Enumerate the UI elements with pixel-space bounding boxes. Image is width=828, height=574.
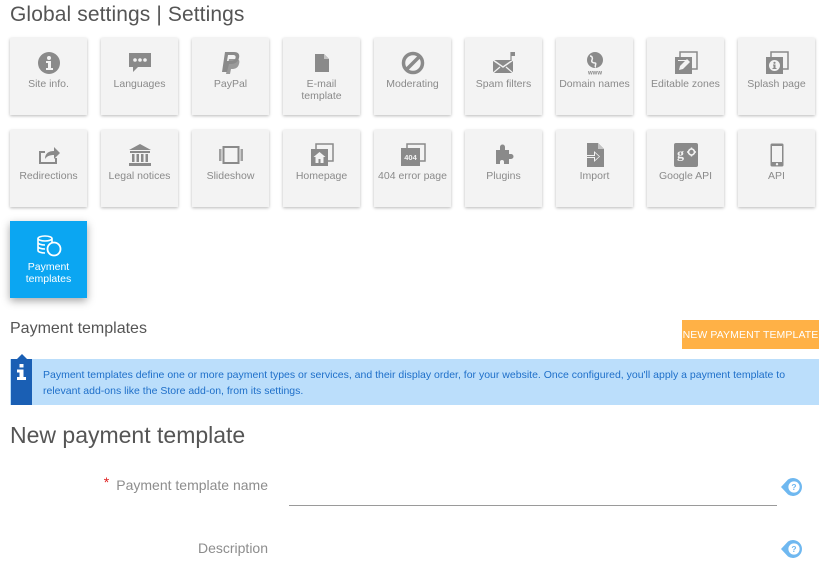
import-file-icon [582, 143, 608, 167]
payment-template-name-input[interactable] [289, 478, 777, 506]
bank-icon [127, 143, 153, 167]
help-icon[interactable]: ? [779, 538, 805, 560]
mail-flag-icon [491, 51, 517, 75]
section-title: Payment templates [10, 320, 147, 337]
tile-label: Spam filters [475, 78, 532, 90]
tile-spam-filters[interactable]: Spam filters [465, 38, 542, 115]
paypal-icon [218, 51, 244, 75]
puzzle-icon [491, 143, 517, 167]
svg-text:g: g [677, 147, 684, 162]
page-title: Global settings | Settings [10, 3, 245, 26]
tile-splash-page[interactable]: Splash page [738, 38, 815, 115]
tile-import[interactable]: Import [556, 130, 633, 207]
info-stack-icon [764, 51, 790, 75]
tile-homepage[interactable]: Homepage [283, 130, 360, 207]
tile-email-template[interactable]: E-mail template [283, 38, 360, 115]
tile-label: Splash page [747, 78, 806, 90]
tile-legal-notices[interactable]: Legal notices [101, 130, 178, 207]
tile-label: API [768, 170, 785, 182]
tile-label: 404 error page [378, 170, 447, 182]
google-plus-icon: g [673, 143, 699, 167]
tile-label: Redirections [19, 170, 78, 182]
block-icon [400, 51, 426, 75]
tile-slideshow[interactable]: Slideshow [192, 130, 269, 207]
tile-redirections[interactable]: Redirections [10, 130, 87, 207]
tile-label: Languages [113, 78, 166, 90]
form-title: New payment template [10, 422, 246, 448]
edit-stack-icon [673, 51, 699, 75]
tile-payment-templates[interactable]: Payment templates [10, 221, 87, 298]
mobile-phone-icon [764, 143, 790, 167]
tile-label: Slideshow [206, 170, 255, 182]
tile-label: Site info. [28, 78, 69, 90]
svg-text:?: ? [791, 482, 796, 492]
field-label-description: Description [197, 540, 268, 556]
tile-label: Domain names [559, 78, 630, 90]
info-callout-text: Payment templates define one or more pay… [43, 369, 786, 397]
svg-text:www: www [586, 71, 601, 76]
tile-moderating[interactable]: Moderating [374, 38, 451, 115]
tile-domain-names[interactable]: www Domain names [556, 38, 633, 115]
tile-label: Homepage [295, 170, 348, 182]
tile-label: E-mail template [301, 78, 342, 102]
tile-404-error-page[interactable]: 404 404 error page [374, 130, 451, 207]
tile-label: Legal notices [108, 170, 171, 182]
info-icon [17, 364, 26, 380]
info-callout-marker [11, 354, 32, 405]
tile-plugins[interactable]: Plugins [465, 130, 542, 207]
tile-api[interactable]: API [738, 130, 815, 207]
coins-icon [36, 234, 62, 258]
tile-label: Moderating [386, 78, 439, 90]
tile-google-api[interactable]: g Google API [647, 130, 724, 207]
info-callout: Payment templates define one or more pay… [10, 354, 819, 405]
globe-www-icon: www [582, 51, 608, 75]
tile-languages[interactable]: Languages [101, 38, 178, 115]
tile-site-info[interactable]: Site info. [10, 38, 87, 115]
error-404-icon: 404 [400, 143, 426, 167]
info-circle-icon [36, 51, 62, 75]
tile-label: Import [579, 170, 610, 182]
svg-text:?: ? [791, 544, 796, 554]
tile-label: Plugins [486, 170, 521, 182]
svg-text:404: 404 [404, 153, 417, 162]
home-stack-icon [309, 143, 335, 167]
tile-label: Editable zones [651, 78, 720, 90]
required-indicator: * [103, 474, 110, 490]
tile-label: Payment templates [25, 261, 72, 285]
tile-editable-zones[interactable]: Editable zones [647, 38, 724, 115]
share-arrow-icon [36, 143, 62, 167]
tile-label: PayPal [213, 78, 248, 90]
help-icon[interactable]: ? [779, 476, 805, 498]
tile-paypal[interactable]: PayPal [192, 38, 269, 115]
tile-label: Google API [658, 170, 713, 182]
new-payment-template-button[interactable]: NEW PAYMENT TEMPLATE [682, 320, 819, 349]
document-icon [309, 51, 335, 75]
slideshow-icon [218, 143, 244, 167]
chat-bubble-icon [127, 51, 153, 75]
field-label-payment-template-name: * Payment template name [103, 474, 268, 493]
